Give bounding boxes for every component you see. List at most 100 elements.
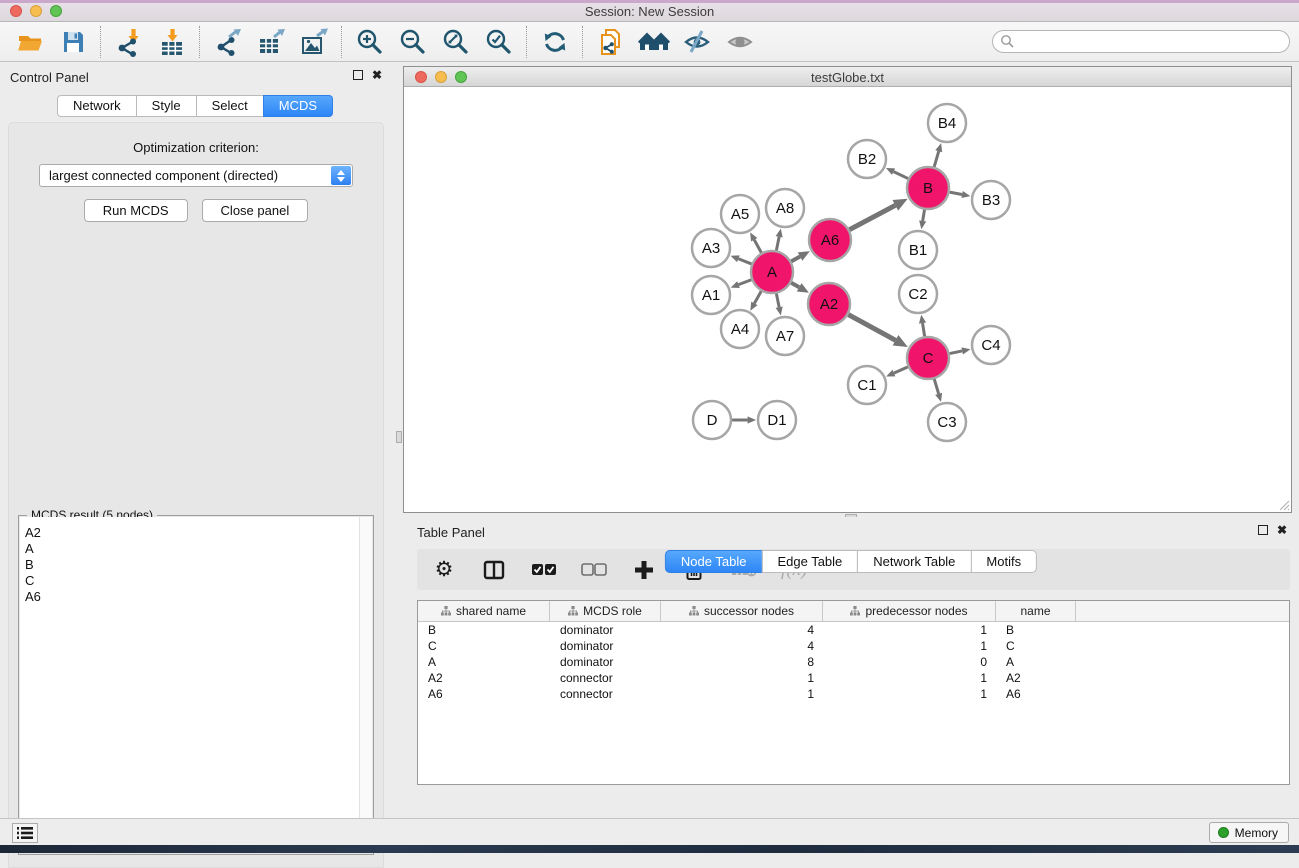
- node-label-A3: A3: [702, 240, 720, 257]
- criterion-value: largest connected component (directed): [49, 168, 278, 183]
- import-network-button[interactable]: [107, 24, 150, 60]
- table-cell[interactable]: A: [418, 654, 550, 670]
- graph-edge-A2-C[interactable]: [848, 315, 895, 341]
- show-columns-button[interactable]: [481, 557, 507, 583]
- import-table-button[interactable]: [150, 24, 193, 60]
- tab-mcds[interactable]: MCDS: [263, 95, 333, 117]
- tab-network[interactable]: Network: [57, 95, 137, 117]
- table-panel: Table Panel ✖ ⚙: [403, 517, 1299, 818]
- table-cell[interactable]: connector: [550, 686, 661, 702]
- zoom-selected-button[interactable]: [477, 24, 520, 60]
- graph-edge-A-A3[interactable]: [738, 259, 751, 264]
- graph-edge-C-C3[interactable]: [934, 379, 938, 394]
- graph-edge-B-B4[interactable]: [934, 151, 939, 167]
- edge-arrowhead: [961, 347, 970, 354]
- table-cell[interactable]: A6: [418, 686, 550, 702]
- table-tab-edge-table[interactable]: Edge Table: [761, 550, 858, 573]
- network-canvas[interactable]: B4B2BB3B1C2A5A8A6A3AA1A2A4A7CC4C1C3DD1: [404, 88, 1291, 512]
- graph-edge-A-A5[interactable]: [754, 240, 761, 253]
- zoom-in-icon: [355, 27, 385, 57]
- edge-arrowhead: [748, 416, 756, 423]
- table-cell[interactable]: dominator: [550, 638, 661, 654]
- table-cell[interactable]: dominator: [550, 654, 661, 670]
- result-item[interactable]: A2: [25, 525, 372, 541]
- graph-edge-C-C2[interactable]: [923, 323, 925, 336]
- node-label-C2: C2: [908, 286, 927, 303]
- first-neighbors-button[interactable]: [632, 24, 675, 60]
- tab-select[interactable]: Select: [196, 95, 264, 117]
- graph-edge-A-A1[interactable]: [739, 280, 752, 285]
- float-panel-icon[interactable]: [353, 70, 363, 80]
- deselect-all-button[interactable]: [581, 557, 607, 583]
- hide-selected-button[interactable]: [675, 24, 718, 60]
- graph-edge-C-C4[interactable]: [950, 351, 963, 354]
- result-item[interactable]: B: [25, 557, 372, 573]
- export-image-button[interactable]: [292, 24, 335, 60]
- float-panel-icon[interactable]: [1258, 525, 1268, 535]
- result-item[interactable]: C: [25, 573, 372, 589]
- open-session-button[interactable]: [8, 24, 51, 60]
- table-cell[interactable]: B: [418, 622, 550, 638]
- table-tab-motifs[interactable]: Motifs: [970, 550, 1037, 573]
- zoom-in-button[interactable]: [348, 24, 391, 60]
- tab-style[interactable]: Style: [136, 95, 197, 117]
- refresh-layout-button[interactable]: [533, 24, 576, 60]
- run-mcds-button[interactable]: Run MCDS: [84, 199, 188, 222]
- control-panel: Control Panel ✖ NetworkStyleSelectMCDS O…: [0, 62, 390, 818]
- node-label-C3: C3: [937, 414, 956, 431]
- toolbar-separator: [199, 26, 200, 58]
- close-panel-icon[interactable]: ✖: [1277, 525, 1287, 535]
- graph-edge-C-C1[interactable]: [894, 367, 908, 373]
- edge-arrowhead: [961, 191, 970, 198]
- resize-grip-icon[interactable]: [1276, 497, 1290, 511]
- graph-edge-A-A2[interactable]: [791, 283, 799, 287]
- graph-edge-A6-B[interactable]: [849, 205, 895, 229]
- result-item[interactable]: A6: [25, 589, 372, 605]
- export-image-icon: [299, 27, 329, 57]
- graph-edge-A-A7[interactable]: [776, 294, 779, 308]
- graph-edge-B-B2[interactable]: [894, 172, 909, 179]
- table-cell[interactable]: C: [418, 638, 550, 654]
- mcds-result-list[interactable]: A2ABCA6: [20, 517, 372, 853]
- search-input[interactable]: [992, 30, 1290, 53]
- table-settings-button[interactable]: ⚙: [431, 557, 457, 583]
- show-all-button[interactable]: [718, 24, 761, 60]
- add-column-button[interactable]: [631, 557, 657, 583]
- node-label-C4: C4: [981, 337, 1000, 354]
- memory-button[interactable]: Memory: [1209, 822, 1289, 843]
- export-network-button[interactable]: [206, 24, 249, 60]
- column-header-MCDS-role[interactable]: MCDS role: [550, 601, 661, 621]
- new-network-from-selection-button[interactable]: [589, 24, 632, 60]
- criterion-dropdown[interactable]: largest connected component (directed): [39, 164, 353, 187]
- table-cell[interactable]: A2: [418, 670, 550, 686]
- table-cell[interactable]: dominator: [550, 622, 661, 638]
- houses-icon: [638, 28, 670, 56]
- network-window-titlebar[interactable]: testGlobe.txt: [404, 67, 1291, 87]
- node-label-A2: A2: [820, 296, 838, 313]
- columns-icon: [483, 559, 505, 581]
- save-session-button[interactable]: [51, 24, 94, 60]
- node-label-C1: C1: [857, 377, 876, 394]
- graph-edge-A-A6[interactable]: [791, 257, 800, 262]
- table-tab-node-table[interactable]: Node Table: [665, 550, 763, 573]
- graph-edge-A-A8[interactable]: [776, 237, 779, 251]
- select-all-button[interactable]: [531, 557, 557, 583]
- export-table-icon: [256, 27, 286, 57]
- export-table-button[interactable]: [249, 24, 292, 60]
- graph-edge-A-A4[interactable]: [754, 291, 761, 303]
- column-header-shared-name[interactable]: shared name: [418, 601, 550, 621]
- refresh-icon: [541, 28, 569, 56]
- table-tab-network-table[interactable]: Network Table: [857, 550, 971, 573]
- zoom-out-button[interactable]: [391, 24, 434, 60]
- task-history-button[interactable]: [12, 823, 38, 843]
- zoom-fit-button[interactable]: [434, 24, 477, 60]
- close-panel-button[interactable]: Close panel: [202, 199, 309, 222]
- result-scrollbar[interactable]: [359, 517, 372, 853]
- memory-status-icon: [1218, 827, 1229, 838]
- result-item[interactable]: A: [25, 541, 372, 557]
- graph-edge-B-B3[interactable]: [950, 192, 963, 194]
- table-cell[interactable]: connector: [550, 670, 661, 686]
- split-divider-handle[interactable]: [396, 431, 402, 443]
- graph-edge-B-B1[interactable]: [923, 210, 925, 221]
- close-panel-icon[interactable]: ✖: [372, 70, 382, 80]
